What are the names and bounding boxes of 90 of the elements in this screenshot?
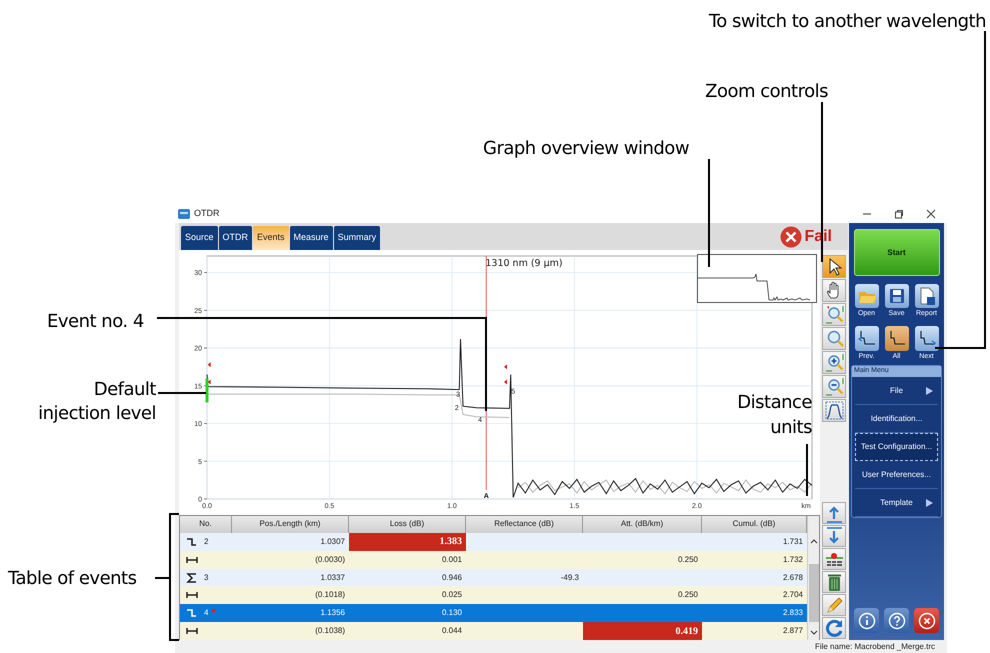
- exit-button[interactable]: [914, 608, 939, 633]
- table-cell-text: 2.678: [782, 572, 804, 584]
- table-row[interactable]: 2 1.0307 1.383 1.731: [180, 532, 807, 551]
- column-header[interactable]: Reflectance (dB): [466, 516, 583, 533]
- tab[interactable]: Summary: [334, 226, 380, 250]
- table-cell-text: -49.3: [560, 572, 580, 584]
- table-cell-text: 2.704: [782, 589, 804, 602]
- callout-label: Table of events: [8, 567, 136, 591]
- callout-label: Zoom controls: [705, 80, 828, 104]
- column-header[interactable]: Loss (dB): [349, 516, 466, 533]
- zoom-in-icon: [824, 352, 844, 373]
- table-cell-text: (0.1018): [314, 589, 346, 602]
- scrollbar-thumb[interactable]: [808, 564, 818, 622]
- file-name-label: File name: Macrobend _Merge.trc: [814, 640, 935, 652]
- leader-line: [806, 444, 808, 496]
- close-icon: [926, 209, 936, 219]
- full-view-icon: [824, 400, 844, 421]
- table-cell-text: 1.0337: [320, 572, 346, 584]
- help-button[interactable]: [884, 608, 909, 633]
- table-row[interactable]: 3 1.0337 0.946 -49.3 2.678: [180, 568, 807, 586]
- table-cell-text: (0.0030): [314, 554, 346, 566]
- table-cell-text: 0.025: [440, 589, 463, 602]
- table-row[interactable]: (0.1038) 0.044 0.419 2.877: [180, 622, 807, 640]
- injection-level-bar: [206, 378, 208, 402]
- tab[interactable]: Source: [181, 226, 218, 250]
- leader-line: [158, 392, 206, 394]
- step-icon: [186, 607, 198, 620]
- start-button[interactable]: Start: [854, 229, 940, 276]
- column-header[interactable]: Att. (dB/km): [583, 516, 702, 533]
- table-row[interactable]: (0.1018) 0.025 0.250 2.704: [180, 586, 807, 604]
- callout-label: Default injection level: [37, 378, 156, 426]
- column-header[interactable]: Cumul. (dB): [702, 516, 807, 533]
- tool-button[interactable]: [822, 399, 846, 422]
- table-row[interactable]: 4 1.1356 0.130 2.833: [180, 604, 807, 622]
- step-icon: [186, 536, 198, 548]
- table-cell-text: 0.044: [440, 625, 463, 638]
- window-title: OTDR: [194, 207, 220, 220]
- scrollbar[interactable]: [807, 516, 819, 640]
- table-row[interactable]: (0.0030) 0.001 0.250 1.732: [180, 550, 807, 569]
- table-cell: 3: [204, 572, 208, 584]
- menu-item[interactable]: Template: [855, 489, 938, 517]
- table-cell: 1.383: [349, 532, 466, 551]
- table-cell-text: 2.877: [782, 625, 804, 638]
- refresh-icon: [824, 618, 844, 638]
- tool-button[interactable]: [822, 548, 846, 570]
- menu-item[interactable]: Test Configuration...: [855, 433, 938, 461]
- table-cell-text: 1.0307: [320, 536, 346, 548]
- zoom-icon: [824, 304, 844, 325]
- restore-icon: [894, 209, 904, 219]
- tool-button[interactable]: [822, 279, 846, 302]
- tool-button[interactable]: [822, 255, 846, 278]
- table-cell: 4: [204, 607, 208, 620]
- table-cell-text: 1.731: [782, 536, 804, 548]
- table-cell-text: 2.833: [782, 607, 804, 620]
- callout-label: To switch to another wavelength: [708, 10, 986, 34]
- info-button[interactable]: [854, 608, 879, 633]
- table-cell-text: 1.732: [782, 554, 804, 566]
- column-header[interactable]: Pos./Length (km): [232, 516, 349, 533]
- callout-label: Event no. 4: [47, 310, 144, 334]
- menu-item[interactable]: File: [855, 377, 938, 405]
- callout-label: Distance units: [736, 391, 812, 440]
- tab[interactable]: OTDR: [218, 226, 252, 250]
- tab[interactable]: Measure: [290, 226, 333, 250]
- event-marker-icon: [504, 364, 508, 370]
- chart-title: 1310 nm (9 µm): [485, 258, 563, 269]
- event-marker-icon: [504, 380, 508, 385]
- menu-item[interactable]: User Preferences...: [855, 461, 938, 489]
- zoom-out-icon: [824, 376, 844, 397]
- table-cell-text: 0.250: [676, 554, 699, 566]
- fail-icon: [780, 226, 802, 248]
- table-cell-text: 0.946: [440, 572, 463, 584]
- sigma-icon: [186, 572, 198, 584]
- overview-window[interactable]: [697, 254, 817, 303]
- table-cell-text: (0.1038): [314, 625, 346, 638]
- callout-label: Graph overview window: [483, 137, 690, 161]
- column-header[interactable]: No.: [180, 516, 232, 533]
- table-cell-text: 0.130: [440, 607, 463, 620]
- app-icon: [178, 208, 190, 220]
- event-marker-icon: [208, 362, 211, 368]
- scroll-down-icon: [810, 630, 818, 636]
- table-cell: 2: [204, 536, 208, 548]
- tab[interactable]: Events: [253, 226, 289, 250]
- help-icon: [888, 612, 906, 630]
- table-cell-text: 1.1356: [320, 607, 346, 620]
- table-cell-text: 0.250: [676, 589, 699, 602]
- table-cell: 0.419: [583, 622, 702, 640]
- info-icon: [858, 612, 876, 630]
- table-cell-text: 0.001: [440, 554, 463, 566]
- scroll-up-icon: [810, 538, 818, 544]
- close-icon: [918, 612, 936, 630]
